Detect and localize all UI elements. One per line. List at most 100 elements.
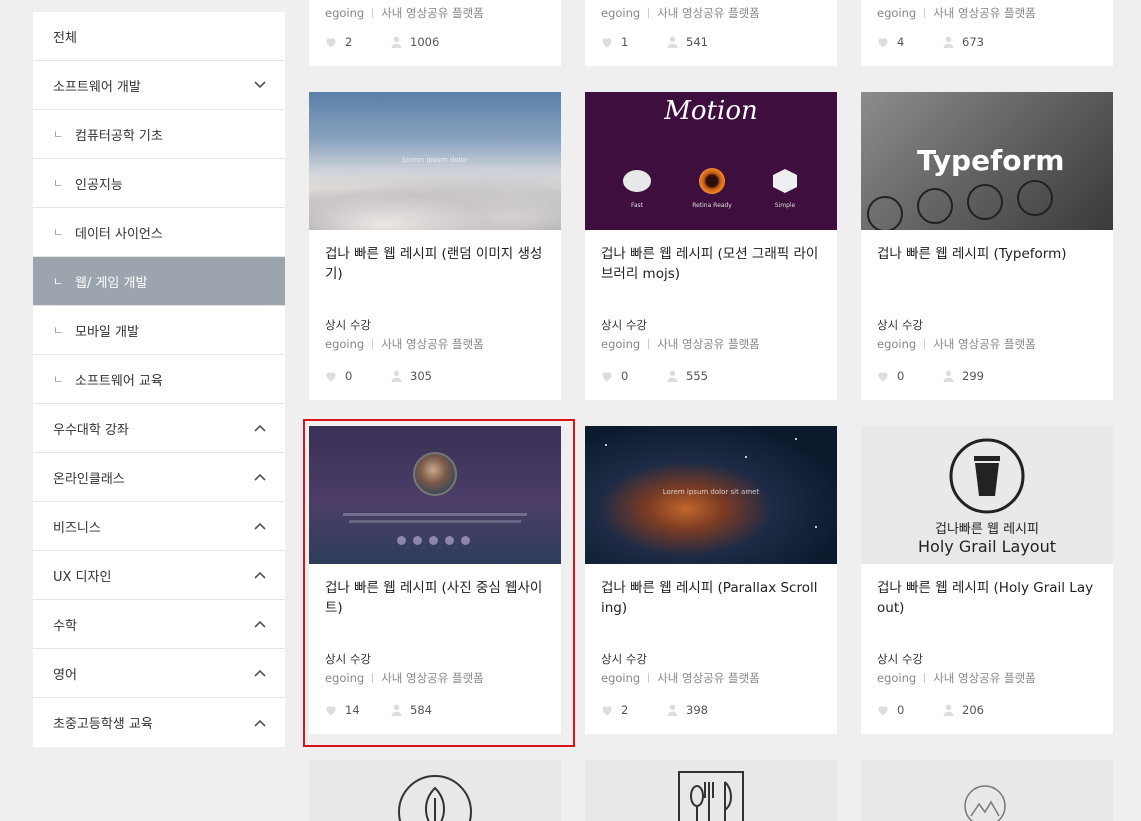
course-thumbnail[interactable]: Typeform xyxy=(861,92,1113,230)
heart-icon xyxy=(326,37,336,47)
moon-icon xyxy=(623,170,651,192)
course-thumbnail[interactable]: Lorem ipsum dolor sit amet xyxy=(585,426,837,564)
course-card-partial[interactable]: egoing 사내 영상공유 플랫폼 2 1006 xyxy=(309,0,561,66)
card-author: egoing xyxy=(601,337,641,351)
course-thumbnail[interactable] xyxy=(309,426,561,564)
heart-icon xyxy=(878,371,888,381)
chevron-up-icon[interactable] xyxy=(253,568,267,582)
sidebar-item-label: 컴퓨터공학 기초 xyxy=(75,128,163,144)
card-author: egoing xyxy=(325,6,365,20)
chevron-up-icon[interactable] xyxy=(253,617,267,631)
course-card-partial[interactable] xyxy=(861,760,1113,821)
likes-count: 0 xyxy=(601,369,667,383)
category-sidebar: 전체소프트웨어 개발 ㄴ 컴퓨터공학 기초 ㄴ 인공지능 ㄴ 데이터 사이언스 ㄴ 웹/ 게임 … xyxy=(33,12,285,747)
circle-icon xyxy=(917,188,953,224)
likes-count: 4 xyxy=(877,35,943,49)
likes-count: 0 xyxy=(877,703,943,717)
user-icon xyxy=(943,36,954,48)
sidebar-item-label: 데이터 사이언스 xyxy=(75,226,163,242)
thumb-caption: Typeform xyxy=(917,144,1065,177)
course-card[interactable]: 겁나 빠른 웹 레시피 (사진 중심 웹사이트) 상시 수강 egoing 사내 … xyxy=(309,426,561,734)
mountain-icon xyxy=(964,785,1006,821)
course-card-partial[interactable] xyxy=(309,760,561,821)
course-card-partial[interactable] xyxy=(585,760,837,821)
chevron-up-icon[interactable] xyxy=(253,519,267,533)
thumb-caption: Lorem ipsum dolor sit amet xyxy=(662,488,760,496)
hand-icon xyxy=(967,184,1003,220)
sidebar-item[interactable]: 영어 xyxy=(33,649,285,698)
sidebar-item[interactable]: 우수대학 강좌 xyxy=(33,404,285,453)
sidebar-item[interactable]: UX 디자인 xyxy=(33,551,285,600)
chevron-up-icon[interactable] xyxy=(253,716,267,730)
heart-icon xyxy=(326,371,336,381)
card-author: egoing xyxy=(877,6,917,20)
course-card-partial[interactable]: egoing 사내 영상공유 플랫폼 1 541 xyxy=(585,0,837,66)
dribbble-icon[interactable] xyxy=(445,536,454,545)
sidebar-item-label: 모바일 개발 xyxy=(75,324,139,340)
course-thumbnail[interactable]: Lorem ipsum dolor xyxy=(309,92,561,230)
sidebar-item-label: 우수대학 강좌 xyxy=(53,422,129,438)
user-icon xyxy=(391,36,402,48)
sidebar-item[interactable]: ㄴ 컴퓨터공학 기초 xyxy=(33,110,285,159)
card-author: egoing xyxy=(877,337,917,351)
course-card[interactable]: Lorem ipsum dolor sit amet 겁나 빠른 웹 레시피 (… xyxy=(585,426,837,734)
likes-count: 2 xyxy=(325,35,391,49)
thumb-caption xyxy=(333,510,537,526)
leaf-icon xyxy=(398,775,472,821)
card-category: 상시 수강 xyxy=(877,318,923,332)
card-title[interactable]: 겁나 빠른 웹 레시피 (Holy Grail Layout) xyxy=(877,578,1097,638)
course-thumbnail[interactable]: 겁나빠른 웹 레시피 Holy Grail Layout xyxy=(861,426,1113,564)
card-category: 상시 수강 xyxy=(325,318,371,332)
sidebar-item[interactable]: 온라인클래스 xyxy=(33,453,285,502)
sidebar-item-label: 수학 xyxy=(53,618,77,634)
course-card[interactable]: Motion Fast Retina Ready Simple 겁나 빠른 웹 … xyxy=(585,92,837,400)
heart-icon xyxy=(602,705,612,715)
heart-icon xyxy=(878,37,888,47)
sidebar-item-label: 소프트웨어 교육 xyxy=(75,373,163,389)
likes-count: 2 xyxy=(601,703,667,717)
sidebar-item-label: 비즈니스 xyxy=(53,520,101,536)
sidebar-item-label: 온라인클래스 xyxy=(53,471,125,487)
card-category: 상시 수강 xyxy=(601,318,647,332)
sidebar-item[interactable]: ㄴ 인공지능 xyxy=(33,159,285,208)
sidebar-item[interactable]: ㄴ 데이터 사이언스 xyxy=(33,208,285,257)
thumb-caption: Motion xyxy=(664,96,758,126)
card-title[interactable]: 겁나 빠른 웹 레시피 (Parallax Scrolling) xyxy=(601,578,821,638)
card-title[interactable]: 겁나 빠른 웹 레시피 (사진 중심 웹사이트) xyxy=(325,578,545,638)
sidebar-item[interactable]: ㄴ 모바일 개발 xyxy=(33,306,285,355)
course-thumbnail[interactable]: Motion Fast Retina Ready Simple xyxy=(585,92,837,230)
sidebar-item[interactable]: 소프트웨어 개발 xyxy=(33,61,285,110)
instagram-icon[interactable] xyxy=(429,536,438,545)
twitter-icon[interactable] xyxy=(397,536,406,545)
user-icon xyxy=(667,36,678,48)
sidebar-item[interactable]: 초중고등학생 교육 xyxy=(33,698,285,747)
card-title[interactable]: 겁나 빠른 웹 레시피 (랜덤 이미지 생성기) xyxy=(325,244,545,304)
views-count: 555 xyxy=(667,369,708,383)
course-card-partial[interactable]: egoing 사내 영상공유 플랫폼 4 673 xyxy=(861,0,1113,66)
chevron-down-icon[interactable] xyxy=(253,78,267,92)
course-card[interactable]: Lorem ipsum dolor 겁나 빠른 웹 레시피 (랜덤 이미지 생성… xyxy=(309,92,561,400)
chevron-up-icon[interactable] xyxy=(253,421,267,435)
social-icons xyxy=(397,536,470,545)
sidebar-item[interactable]: 전체 xyxy=(33,12,285,61)
card-title[interactable]: 겁나 빠른 웹 레시피 (Typeform) xyxy=(877,244,1097,304)
sidebar-item[interactable]: ㄴ 소프트웨어 교육 xyxy=(33,355,285,404)
course-card[interactable]: 겁나빠른 웹 레시피 Holy Grail Layout 겁나 빠른 웹 레시피… xyxy=(861,426,1113,734)
chevron-up-icon[interactable] xyxy=(253,666,267,680)
views-count: 1006 xyxy=(391,35,439,49)
sidebar-item[interactable]: 비즈니스 xyxy=(33,502,285,551)
card-org: 사내 영상공유 플랫폼 xyxy=(381,337,484,351)
card-title[interactable]: 겁나 빠른 웹 레시피 (모션 그래픽 라이브러리 mojs) xyxy=(601,244,821,304)
utensils-icon xyxy=(678,771,744,821)
user-icon xyxy=(391,704,402,716)
card-category: 상시 수강 xyxy=(325,652,371,666)
email-icon[interactable] xyxy=(461,536,470,545)
course-card[interactable]: Typeform 겁나 빠른 웹 레시피 (Typeform) 상시 수강 eg… xyxy=(861,92,1113,400)
facebook-icon[interactable] xyxy=(413,536,422,545)
sidebar-item[interactable]: 수학 xyxy=(33,600,285,649)
sidebar-item-label: 전체 xyxy=(53,30,77,46)
chevron-up-icon[interactable] xyxy=(253,470,267,484)
feature-simple: Simple xyxy=(774,202,796,209)
sidebar-item[interactable]: ㄴ 웹/ 게임 개발 xyxy=(33,257,285,306)
user-icon xyxy=(391,370,402,382)
